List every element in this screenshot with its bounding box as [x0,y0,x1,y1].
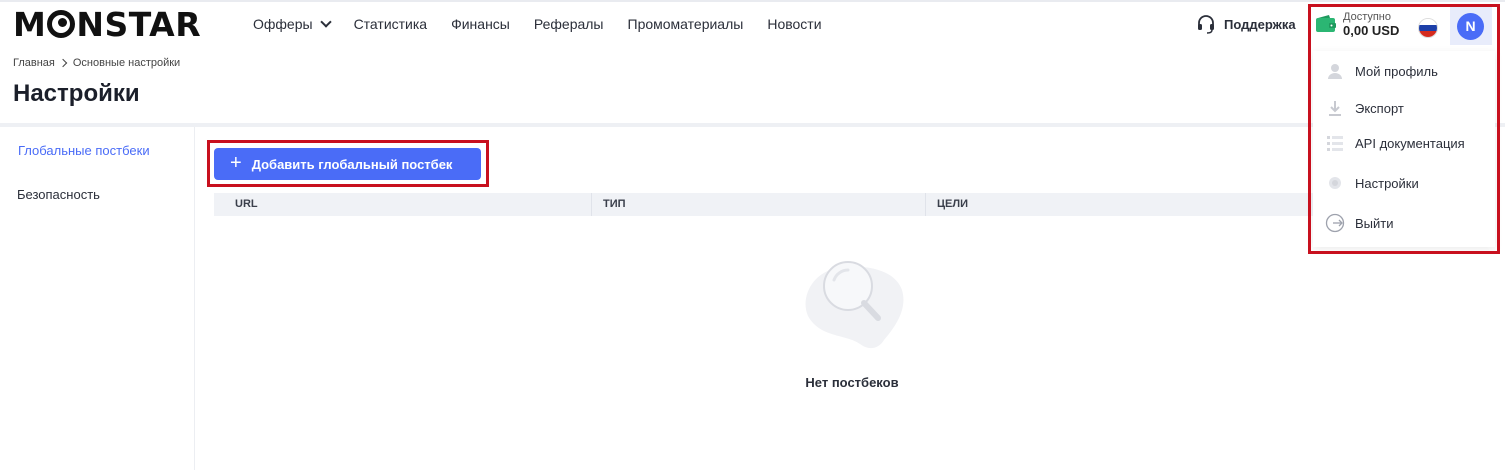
logo-moon-icon [47,10,76,38]
nav-news-label: Новости [767,16,822,32]
top-header: M NSTAR Офферы Статистика Финансы Реферал… [0,0,1505,50]
nav-offers[interactable]: Офферы [253,15,332,32]
empty-state-text: Нет постбеков [805,375,899,390]
main-nav: Офферы Статистика Финансы Рефералы Промо… [253,15,846,32]
nav-statistics-label: Статистика [353,16,428,32]
nav-offers-label: Офферы [253,16,313,32]
column-header-type[interactable]: ТИП [592,193,926,216]
breadcrumb-home[interactable]: Главная [13,57,55,69]
nav-finance-label: Финансы [451,16,510,32]
highlight-box-add-button [207,140,489,187]
breadcrumb-current: Основные настройки [72,57,181,69]
nav-finance[interactable]: Финансы [451,16,510,32]
nav-promo-label: Промоматериалы [627,16,744,32]
nav-promo[interactable]: Промоматериалы [628,16,744,32]
page-title: Настройки [13,80,140,107]
breadcrumb: Главная Основные настройки [13,57,180,69]
postbacks-table-header: URL ТИП ЦЕЛИ [214,193,1490,216]
headset-icon [1198,15,1214,34]
nav-news[interactable]: Новости [767,16,821,32]
nav-referrals-label: Рефералы [533,16,604,32]
section-divider [0,123,1505,127]
sidebar-item-security[interactable]: Безопасность [17,187,100,202]
support-link[interactable]: Поддержка [1196,14,1296,34]
settings-sidebar: Глобальные постбеки Безопасность [0,127,195,470]
nav-referrals[interactable]: Рефералы [534,16,604,32]
chevron-down-icon [319,15,332,28]
logo-prefix: M [13,5,47,44]
logo-suffix: NSTAR [76,5,202,44]
support-label: Поддержка [1224,16,1296,32]
empty-search-icon [805,261,904,349]
highlight-box-profile-menu [1308,4,1500,254]
sidebar-item-global-postbacks[interactable]: Глобальные постбеки [18,143,150,158]
header-top-border [0,0,1505,2]
moonstar-logo[interactable]: M NSTAR [13,6,201,44]
nav-statistics[interactable]: Статистика [354,16,428,32]
column-header-url[interactable]: URL [214,193,592,216]
chevron-right-icon [58,58,68,68]
